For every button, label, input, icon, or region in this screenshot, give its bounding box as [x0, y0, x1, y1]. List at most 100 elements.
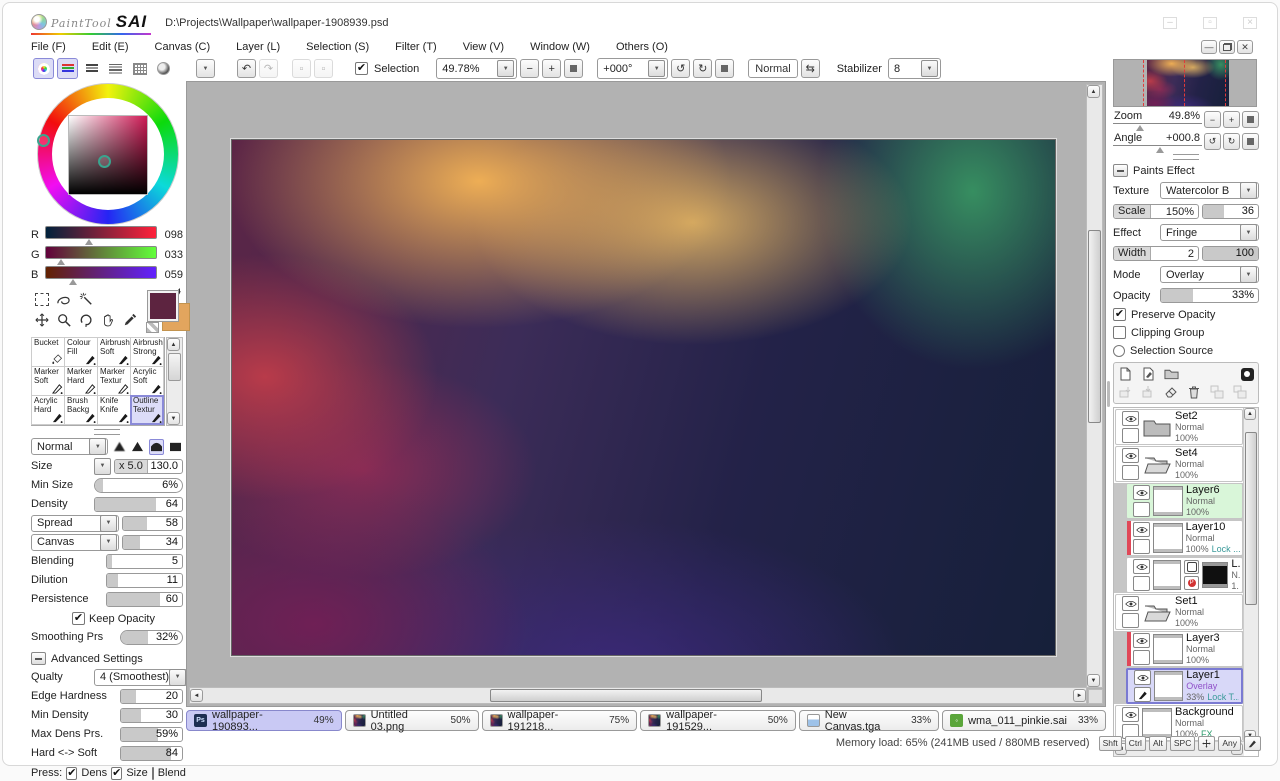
tab-wallpaper-1908939[interactable]: Ps wallpaper-190893... 49%	[186, 710, 342, 731]
panel-splitter[interactable]	[1106, 81, 1111, 707]
scroll-up-icon[interactable]: ▲	[167, 338, 180, 351]
color-wheel[interactable]	[34, 81, 180, 225]
size-slider[interactable]: x 5.0 130.0	[114, 459, 183, 474]
clipping-group-checkbox[interactable]	[1113, 326, 1126, 339]
canvas-horizontal-scrollbar[interactable]: ◄ ►	[189, 687, 1087, 704]
tool-slot-empty-2[interactable]	[119, 289, 140, 309]
menu-window[interactable]: Window (W)	[530, 41, 590, 53]
layer-mode-combo[interactable]: Overlay ▼	[1160, 266, 1259, 283]
brush-airbrush-soft[interactable]: Airbrush Soft	[97, 337, 131, 367]
dropdown-icon[interactable]: ▼	[100, 534, 117, 551]
new-layer-icon[interactable]	[1117, 366, 1133, 382]
maximize-icon[interactable]: ▫	[1203, 17, 1217, 29]
layer-thumbnail[interactable]	[1153, 634, 1183, 664]
slot1-slider[interactable]: 58	[122, 516, 183, 531]
layer-row-masked[interactable]: P L. N. 1.	[1126, 557, 1243, 593]
layer-row-set2[interactable]: Set2 Normal 100%	[1115, 409, 1243, 445]
menu-selection[interactable]: Selection (S)	[306, 41, 369, 53]
angle-combo[interactable]: +000° ▼	[597, 58, 668, 79]
new-folder-icon[interactable]	[1163, 366, 1179, 382]
effect-strength-slider[interactable]: 100	[1202, 246, 1259, 261]
slot1-combo[interactable]: Spread ▼	[31, 515, 119, 532]
brush-shape-soft[interactable]	[111, 439, 127, 455]
nav-rotate-cw-button[interactable]: ↻	[1223, 133, 1240, 150]
layer-visibility-toggle[interactable]	[1133, 522, 1150, 537]
menu-canvas[interactable]: Canvas (C)	[155, 41, 211, 53]
nav-zoom-reset-button[interactable]	[1242, 111, 1259, 128]
delete-layer-icon[interactable]	[1186, 384, 1202, 400]
brush-palette-scrollbar[interactable]: ▲ ▼	[166, 337, 183, 426]
canvas-viewport[interactable]: ▲ ▼ ◄ ►	[186, 81, 1106, 707]
nav-angle-reset-button[interactable]	[1242, 133, 1259, 150]
merge-down-icon[interactable]	[1140, 384, 1156, 400]
angle-dropdown-icon[interactable]: ▼	[648, 60, 665, 77]
rotate-ccw-button[interactable]: ↺	[671, 59, 690, 78]
layer-opacity-slider[interactable]: 33%	[1160, 288, 1259, 303]
scroll-up-icon[interactable]: ▲	[1244, 408, 1256, 420]
eyedropper-tool[interactable]	[119, 310, 140, 330]
mask-pin-toggle[interactable]: P	[1184, 576, 1199, 590]
preserve-opacity-checkbox[interactable]: ✔	[1113, 308, 1126, 321]
rotate-canvas-tool[interactable]	[75, 310, 96, 330]
layer-visibility-toggle[interactable]	[1133, 485, 1150, 500]
layer-visibility-toggle[interactable]	[1134, 670, 1151, 685]
brush-colour-fill[interactable]: Colour Fill	[64, 337, 98, 367]
brush-marker-textur[interactable]: Marker Textur	[97, 366, 131, 396]
brush-marker-soft[interactable]: Marker Soft	[31, 366, 65, 396]
zoom-dropdown-icon[interactable]: ▼	[497, 60, 514, 77]
hsv-slider-panel-button[interactable]	[81, 58, 102, 79]
panel-resize-handle[interactable]	[94, 429, 120, 435]
menu-view[interactable]: View (V)	[463, 41, 504, 53]
slot2-slider[interactable]: 34	[122, 535, 183, 550]
new-linework-layer-icon[interactable]	[1140, 366, 1156, 382]
hue-marker[interactable]	[37, 134, 50, 147]
selection-source-radio[interactable]	[1113, 345, 1125, 357]
transparent-color-icon[interactable]	[146, 322, 159, 333]
scroll-right-icon[interactable]: ►	[1073, 689, 1086, 702]
brush-bucket[interactable]: Bucket	[31, 337, 65, 367]
mask-thumbnail[interactable]	[1202, 562, 1228, 588]
angle-reset-button[interactable]	[715, 59, 734, 78]
blending-slider[interactable]: 5	[106, 554, 183, 569]
brush-outline-textur[interactable]: Outline Textur	[130, 395, 164, 425]
layer-thumbnail[interactable]	[1153, 523, 1183, 553]
tab-new-canvas[interactable]: New Canvas.tga 33%	[799, 710, 939, 731]
layer-mask-icon[interactable]	[1239, 366, 1255, 382]
texture-strength-slider[interactable]: 36	[1202, 204, 1259, 219]
zoom-out-button[interactable]: −	[520, 59, 539, 78]
scrollbar-thumb[interactable]	[1245, 432, 1257, 605]
scroll-up-icon[interactable]: ▲	[1087, 85, 1100, 98]
menu-layer[interactable]: Layer (L)	[236, 41, 280, 53]
density-slider[interactable]: 64	[94, 497, 183, 512]
saturation-value-square[interactable]	[68, 115, 148, 195]
press-blend-checkbox[interactable]	[152, 767, 154, 780]
lasso-tool[interactable]	[53, 289, 74, 309]
layer-thumbnail[interactable]	[1154, 671, 1183, 701]
layer-row-set1[interactable]: Set1 Normal 100%	[1115, 594, 1243, 630]
smoothing-slider[interactable]: 32%	[120, 630, 183, 645]
quality-combo[interactable]: 4 (Smoothest) ▼	[94, 669, 188, 686]
collapse-icon[interactable]	[1113, 164, 1128, 177]
brush-brush-backg[interactable]: Brush Backg	[64, 395, 98, 425]
layer-row-layer10[interactable]: Layer10 Normal 100%Lock ...	[1126, 520, 1243, 556]
flatten-icon[interactable]	[1232, 384, 1248, 400]
brush-acrylic-soft[interactable]: Acrylic Soft	[130, 366, 164, 396]
selection-visibility-checkbox[interactable]: ✔	[355, 62, 368, 75]
brush-shape-round[interactable]	[149, 439, 165, 455]
paints-effect-header[interactable]: Paints Effect	[1113, 163, 1259, 178]
slot2-combo[interactable]: Canvas ▼	[31, 534, 119, 551]
texture-scale-slider[interactable]: Scale 150%	[1113, 204, 1199, 219]
doc-restore-button[interactable]	[1219, 40, 1235, 54]
close-icon[interactable]: ×	[1243, 17, 1257, 29]
scrollbar-thumb[interactable]	[490, 689, 762, 702]
sv-marker[interactable]	[98, 155, 111, 168]
stabilizer-dropdown-icon[interactable]: ▼	[921, 60, 938, 77]
texture-combo[interactable]: Watercolor B ▼	[1160, 182, 1259, 199]
persistence-slider[interactable]: 60	[106, 592, 183, 607]
layer-visibility-toggle[interactable]	[1122, 448, 1139, 463]
zoom-in-button[interactable]: +	[542, 59, 561, 78]
dilution-slider[interactable]: 11	[106, 573, 183, 588]
layer-visibility-toggle[interactable]	[1122, 411, 1139, 426]
redo-button[interactable]: ↷	[259, 59, 278, 78]
min-density-slider[interactable]: 30	[120, 708, 183, 723]
